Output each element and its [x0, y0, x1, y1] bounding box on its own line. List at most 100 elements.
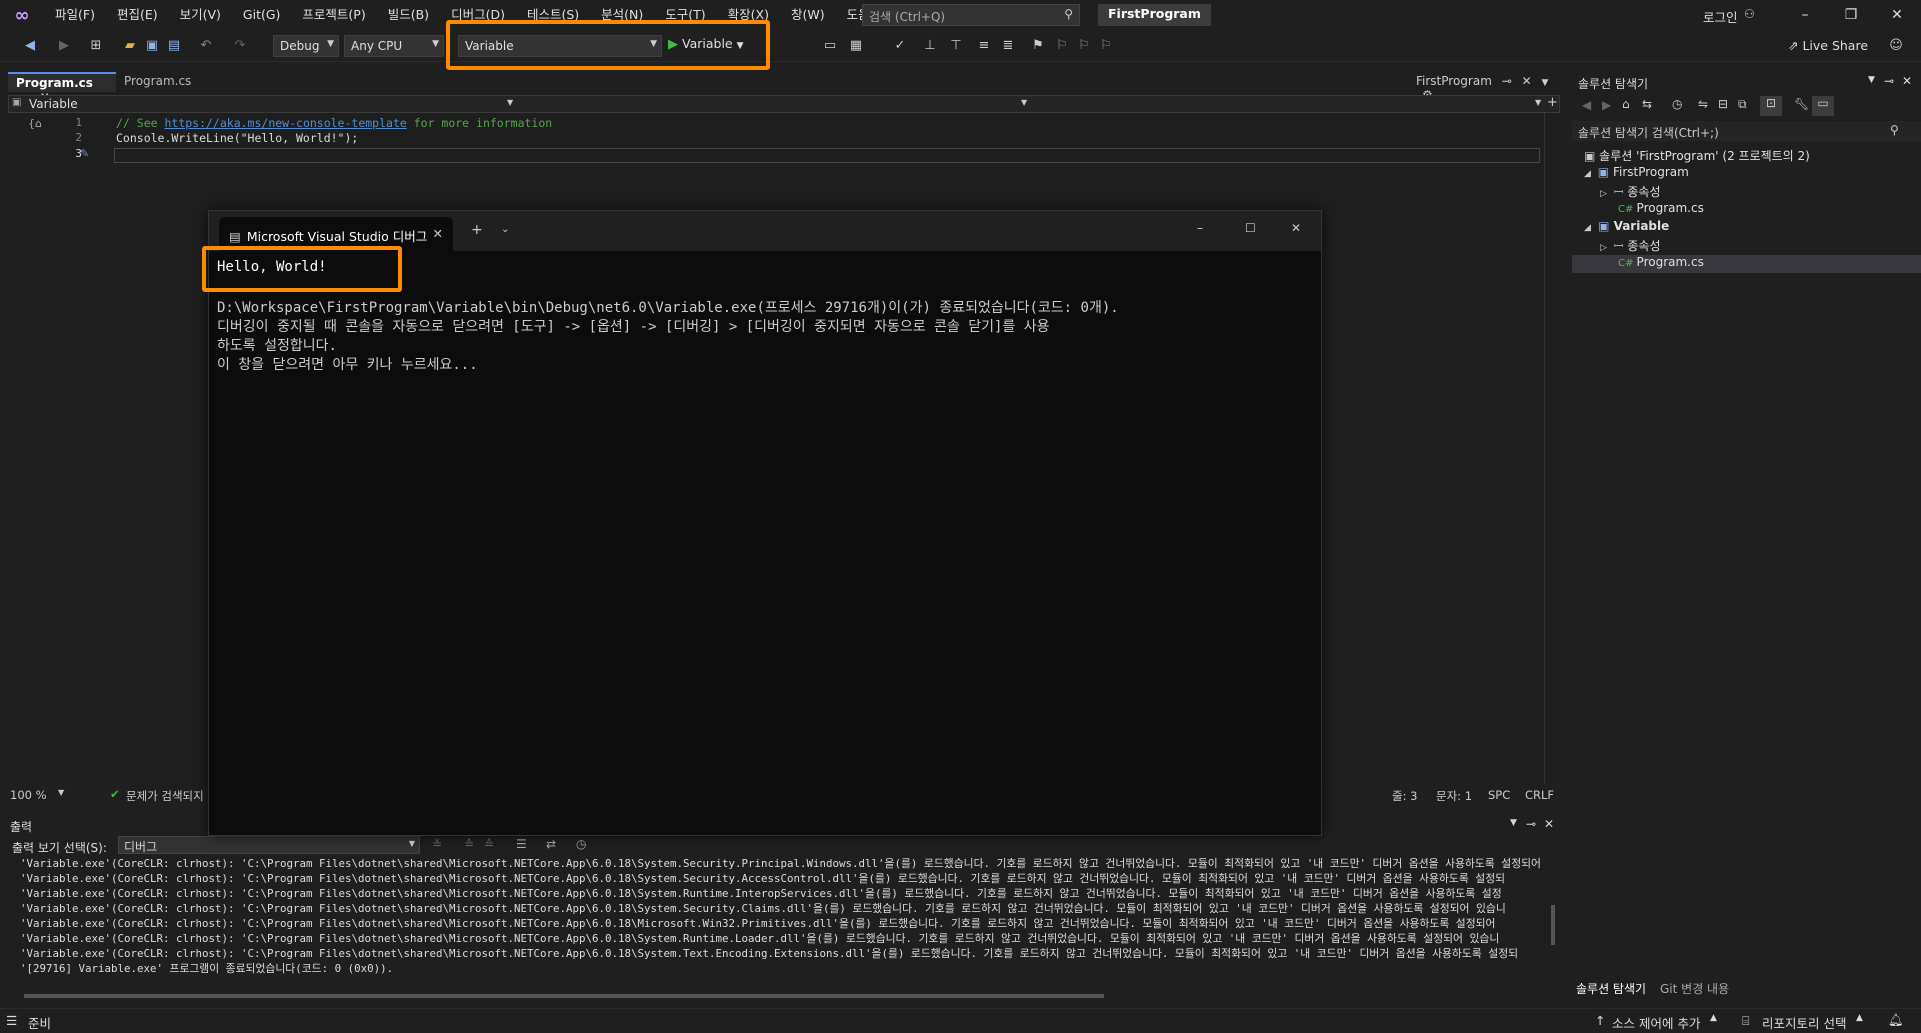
back-icon[interactable]: ◀	[1582, 98, 1591, 112]
collapse-icon[interactable]: ▷	[1600, 243, 1610, 253]
sync-icon[interactable]: ⇋	[1698, 97, 1708, 111]
account-icon[interactable]: ⚇	[1744, 7, 1755, 21]
output-vertical-scrollbar[interactable]	[1548, 855, 1558, 989]
output-source-dropdown[interactable]: 디버그 ▼	[118, 836, 420, 854]
step-over-icon[interactable]: ⊤	[948, 38, 964, 54]
menu-project[interactable]: 프로젝트(P)	[291, 0, 376, 30]
next-bookmark-icon[interactable]: ⚐	[1076, 38, 1092, 54]
save-all-icon[interactable]: ▤	[166, 38, 182, 54]
project-node-firstprogram[interactable]: ◢ ▣ FirstProgram	[1584, 165, 1921, 183]
hot-reload-icon[interactable]: ✓	[892, 38, 908, 54]
chevron-down-icon[interactable]: ▼	[1535, 98, 1541, 107]
live-share-button[interactable]: ⇗ Live Share	[1788, 38, 1868, 53]
menu-window[interactable]: 창(W)	[780, 0, 836, 30]
file-node-program-cs-selected[interactable]: C# Program.cs	[1572, 255, 1921, 273]
chevron-down-icon[interactable]: ▼	[1510, 818, 1517, 828]
collapse-icon[interactable]: ▷	[1600, 189, 1610, 199]
close-icon[interactable]: ✕	[1291, 221, 1301, 235]
chevron-down-icon[interactable]: ▼	[1542, 78, 1549, 88]
issues-status[interactable]: 문제가 검색되지	[126, 788, 204, 804]
undo-icon[interactable]: ↶	[198, 38, 214, 54]
clear-all-icon[interactable]: ☰	[516, 837, 527, 851]
chevron-up-icon[interactable]: ▲	[1856, 1013, 1863, 1023]
menu-git[interactable]: Git(G)	[232, 0, 292, 30]
configuration-dropdown[interactable]: Debug ▼	[273, 35, 339, 57]
maximize-icon[interactable]: ☐	[1245, 221, 1256, 235]
expand-icon[interactable]: ◢	[1584, 223, 1594, 233]
chevron-down-icon[interactable]: ⌄	[501, 224, 509, 235]
menu-file[interactable]: 파일(F)	[44, 0, 106, 30]
clear-bookmarks-icon[interactable]: ⚐	[1098, 38, 1114, 54]
source-control-button[interactable]: 소스 제어에 추가	[1612, 1013, 1700, 1032]
forward-icon[interactable]: ▶	[1602, 98, 1611, 112]
close-icon[interactable]: ✕	[1902, 74, 1912, 88]
new-tab-icon[interactable]: +	[471, 222, 483, 238]
global-search-input[interactable]: 검색 (Ctrl+Q) ⚲	[862, 4, 1080, 26]
chevron-down-icon[interactable]: ▼	[1868, 75, 1875, 85]
pin-icon[interactable]: ⊸	[1884, 74, 1894, 88]
pin-icon[interactable]: ⊸	[1526, 817, 1536, 831]
properties-icon[interactable]: 🔧︎	[1794, 97, 1809, 111]
editor-vertical-scrollbar[interactable]	[1544, 113, 1558, 783]
char-indicator[interactable]: 문자: 1	[1436, 788, 1472, 804]
bookmark-icon[interactable]: ⚑	[1030, 38, 1046, 54]
tab-firstprogram[interactable]: FirstProgram ⊸ ✕ ▼ ⚙	[1408, 72, 1570, 102]
home-icon[interactable]: ⌂	[1622, 97, 1630, 111]
close-tab-icon[interactable]: ✕	[433, 226, 443, 241]
open-folder-icon[interactable]: ▰	[122, 38, 138, 54]
nav-scope-dropdown[interactable]: Variable	[29, 97, 78, 111]
project-node-variable[interactable]: ◢ ▣ Variable	[1584, 219, 1921, 237]
dependencies-node[interactable]: ▷ ꟷ 종속성	[1600, 237, 1921, 255]
menu-edit[interactable]: 편집(E)	[106, 0, 169, 30]
minimize-icon[interactable]: –	[1790, 4, 1820, 26]
chevron-up-icon[interactable]: ▲	[1710, 1013, 1717, 1023]
word-wrap-icon[interactable]: ⇄	[546, 837, 556, 851]
chevron-down-icon[interactable]: ▼	[58, 788, 64, 797]
split-editor-icon[interactable]: +	[1547, 95, 1558, 110]
close-icon[interactable]: ✕	[1544, 817, 1554, 831]
chevron-down-icon[interactable]: ▼	[1021, 98, 1027, 107]
menu-view[interactable]: 보기(V)	[169, 0, 232, 30]
dependencies-node[interactable]: ▷ ꟷ 종속성	[1600, 183, 1921, 201]
feedback-icon[interactable]: ☺	[1888, 38, 1904, 54]
tab-program-cs-active[interactable]: Program.cs ⊸ ✕	[8, 72, 116, 104]
minimize-icon[interactable]: –	[1197, 221, 1203, 235]
save-icon[interactable]: ▣	[144, 38, 160, 54]
uncomment-icon[interactable]: ≣	[1000, 38, 1016, 54]
find-message-icon[interactable]: ≚	[432, 837, 442, 851]
quick-action-icon[interactable]: ✎	[80, 147, 89, 160]
menu-build[interactable]: 빌드(B)	[377, 0, 440, 30]
redo-icon[interactable]: ↷	[232, 38, 248, 54]
tab-solution-explorer[interactable]: 솔루션 탐색기	[1576, 980, 1646, 997]
collapse-all-icon[interactable]: ⊟	[1718, 97, 1728, 111]
new-project-icon[interactable]: ⊞	[88, 38, 104, 54]
output-horizontal-scrollbar[interactable]	[10, 991, 1550, 1001]
show-all-files-icon[interactable]: ⧉	[1738, 97, 1747, 112]
next-message-icon[interactable]: ≙	[484, 837, 494, 851]
tab-program-cs[interactable]: Program.cs	[116, 72, 226, 92]
repository-button[interactable]: 리포지토리 선택	[1762, 1013, 1846, 1032]
template-link[interactable]: https://aka.ms/new-console-template	[164, 116, 406, 130]
switch-view-icon[interactable]: ⇆	[1642, 97, 1652, 111]
back-icon[interactable]: ◀	[22, 38, 38, 54]
filter-icon[interactable]: ⊡	[1760, 96, 1782, 116]
restore-icon[interactable]: ❐	[1836, 4, 1866, 26]
zoom-level[interactable]: 100 %	[10, 788, 47, 802]
whitespace-indicator[interactable]: SPC	[1488, 788, 1510, 802]
close-icon[interactable]: ✕	[1882, 4, 1912, 26]
tab-git-changes[interactable]: Git 변경 내용	[1660, 980, 1729, 997]
prev-bookmark-icon[interactable]: ⚐	[1054, 38, 1070, 54]
prev-message-icon[interactable]: ≙	[464, 837, 474, 851]
pending-changes-icon[interactable]: ◷	[1672, 97, 1682, 111]
close-tab-icon[interactable]: ✕	[1522, 74, 1532, 88]
notification-bell-icon[interactable]: 🔔︎	[1888, 1012, 1904, 1028]
line-indicator[interactable]: 줄: 3	[1392, 788, 1417, 804]
expand-icon[interactable]: ◢	[1584, 169, 1594, 179]
pin-icon[interactable]: ⊸	[1502, 74, 1512, 88]
preview-icon[interactable]: ▭	[1812, 96, 1834, 116]
forward-icon[interactable]: ▶	[56, 38, 72, 54]
chevron-down-icon[interactable]: ▼	[507, 98, 513, 107]
solution-node[interactable]: ▣ 솔루션 'FirstProgram' (2 프로젝트의 2)	[1584, 147, 1921, 165]
comment-icon[interactable]: ≡	[976, 38, 992, 54]
step-into-icon[interactable]: ⊥	[922, 38, 938, 54]
